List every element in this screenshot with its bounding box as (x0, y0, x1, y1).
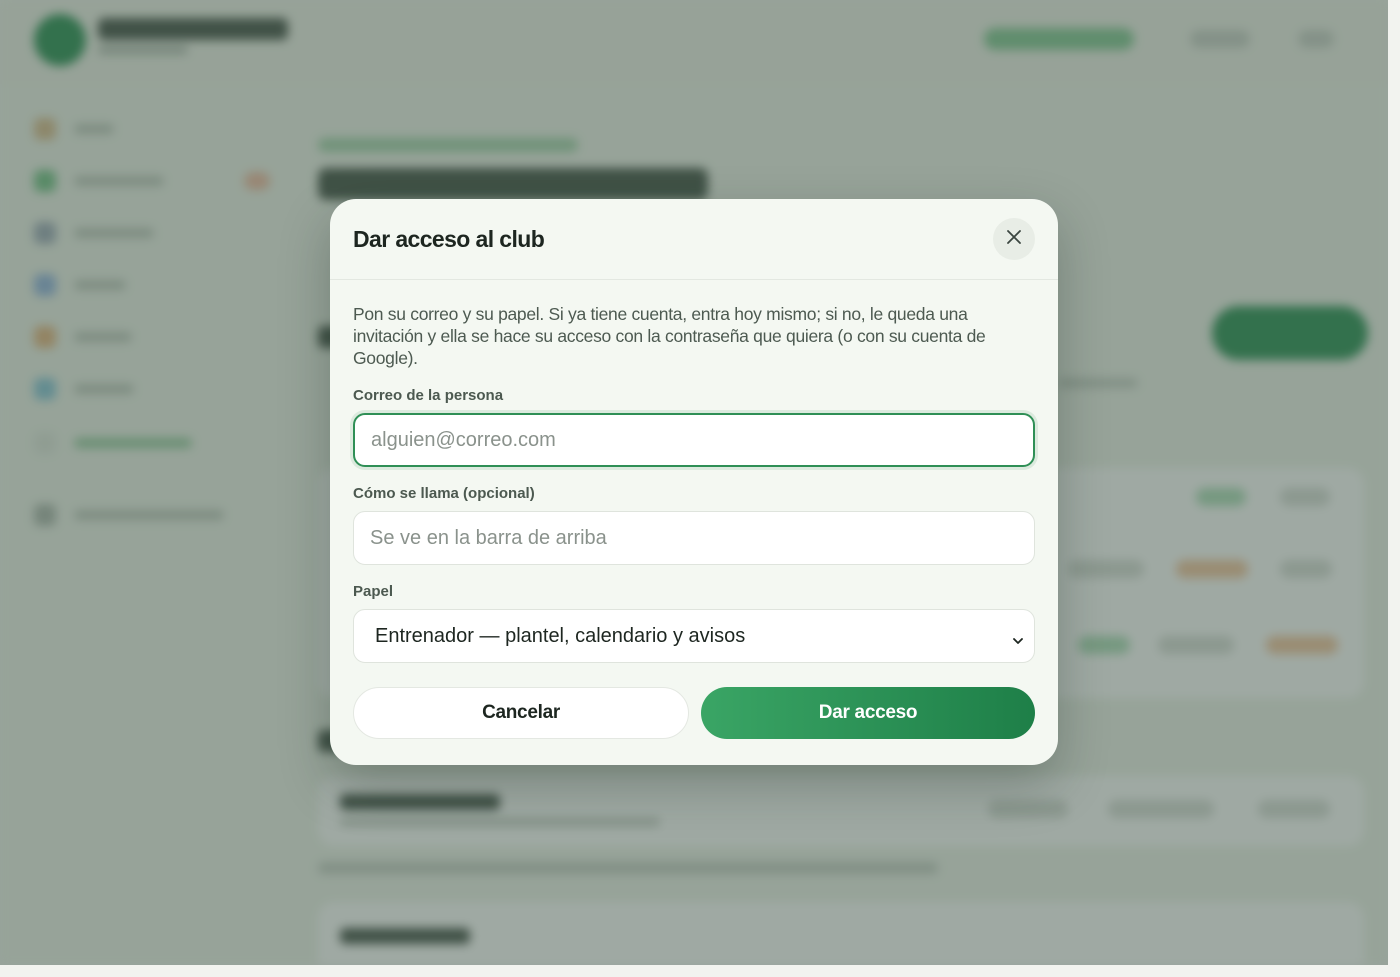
close-button[interactable] (993, 218, 1035, 260)
window-bottom-edge (0, 965, 1400, 977)
dialog-title: Dar acceso al club (353, 226, 545, 252)
email-input[interactable] (353, 413, 1035, 467)
grant-access-button[interactable]: Dar acceso (701, 687, 1035, 739)
role-label: Papel (353, 583, 394, 600)
dialog-header: Dar acceso al club (330, 199, 1058, 280)
name-input[interactable] (353, 511, 1035, 565)
dialog-intro-text: Pon su correo y su papel. Si ya tiene cu… (353, 304, 986, 368)
scrollbar[interactable] (1388, 0, 1400, 965)
email-label: Correo de la persona (353, 387, 504, 404)
access-dialog: Dar acceso al club Pon su correo y su pa… (330, 199, 1058, 765)
role-select[interactable]: Entrenador — plantel, calendario y aviso… (353, 609, 1035, 663)
role-select-value: Entrenador — plantel, calendario y aviso… (375, 624, 746, 647)
chevron-down-icon (1012, 630, 1024, 653)
close-icon (1006, 229, 1022, 250)
name-label: Cómo se llama (opcional) (353, 485, 535, 502)
cancel-button[interactable]: Cancelar (353, 687, 689, 739)
